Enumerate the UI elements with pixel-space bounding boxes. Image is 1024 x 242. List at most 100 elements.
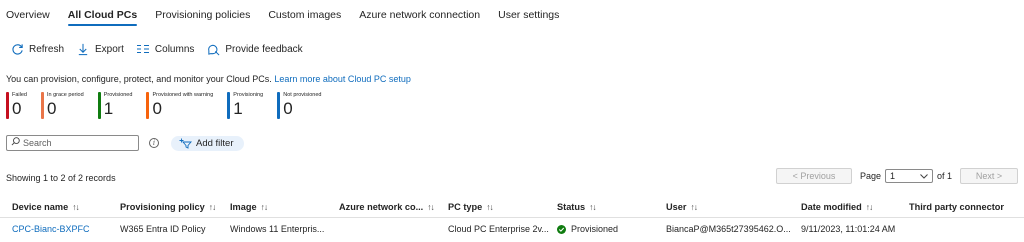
page-select-value: 1 (889, 171, 895, 181)
tile-provisioning-bar (227, 92, 231, 119)
col-pc-type-label: PC type (448, 202, 483, 212)
description-text: You can provision, configure, protect, a… (6, 74, 272, 84)
tile-provisioned-with-warning-value: 0 (152, 99, 162, 118)
search-box[interactable] (6, 135, 139, 151)
export-button[interactable]: Export (76, 42, 124, 56)
tile-in-grace-period[interactable]: In grace period 0 (40, 92, 84, 122)
page-description: You can provision, configure, protect, a… (6, 74, 411, 84)
tile-provisioning-label: Provisioning (233, 92, 264, 98)
table-header-row: Device name ↑↓ Provisioning policy ↑↓ Imag… (0, 196, 1024, 218)
col-device-name[interactable]: Device name ↑↓ (12, 196, 79, 218)
cell-user: BiancaP@M365t27395462.O... (666, 224, 791, 234)
tile-provisioned[interactable]: Provisioned 1 (97, 92, 132, 122)
tile-provisioned-with-warning[interactable]: Provisioned with warning 0 (146, 92, 213, 122)
tile-provisioned-with-warning-bar (146, 92, 150, 119)
tab-custom-images[interactable]: Custom images (268, 0, 341, 30)
col-image[interactable]: Image ↑↓ (230, 196, 267, 218)
device-name-link[interactable]: CPC-Bianc-BXPFC (12, 218, 90, 240)
add-filter-icon (179, 138, 192, 149)
columns-button[interactable]: Columns (136, 42, 194, 56)
export-label: Export (95, 43, 124, 55)
search-input[interactable] (23, 138, 133, 148)
sort-icon: ↑↓ (865, 202, 873, 212)
tile-not-provisioned-label: Not provisioned (283, 92, 322, 98)
cell-policy: W365 Entra ID Policy (120, 224, 206, 234)
info-icon[interactable]: i (149, 138, 159, 148)
tile-in-grace-period-value: 0 (46, 99, 57, 118)
page-label: Page (859, 171, 881, 181)
tab-user-settings[interactable]: User settings (498, 0, 559, 30)
previous-page-button[interactable]: < Previous (775, 168, 852, 184)
tile-in-grace-period-label: In grace period (46, 92, 84, 98)
tile-provisioning-value: 1 (233, 99, 243, 118)
feedback-label: Provide feedback (225, 43, 303, 55)
sort-icon: ↑↓ (427, 202, 434, 212)
columns-icon (136, 42, 150, 56)
sort-icon: ↑↓ (690, 202, 697, 212)
tile-failed-label: Failed (12, 92, 27, 98)
next-page-button[interactable]: Next > (960, 168, 1018, 184)
tab-overview[interactable]: Overview (6, 0, 50, 30)
feedback-icon (206, 42, 220, 56)
col-image-label: Image (230, 202, 257, 212)
add-filter-button[interactable]: Add filter (171, 135, 244, 151)
refresh-icon (10, 42, 24, 56)
tile-in-grace-period-bar (40, 92, 44, 119)
col-azure-network-label: Azure network co... (339, 202, 424, 212)
col-status[interactable]: Status ↑↓ (557, 196, 596, 218)
learn-more-link[interactable]: Learn more about Cloud PC setup (274, 74, 411, 84)
col-device-name-label: Device name (12, 202, 69, 212)
tile-provisioning[interactable]: Provisioning 1 (227, 92, 263, 122)
cell-pc-type: Cloud PC Enterprise 2v... (448, 224, 549, 234)
sort-icon: ↑↓ (486, 202, 493, 212)
page-select[interactable]: 1 (884, 169, 933, 183)
col-status-label: Status (557, 202, 586, 212)
chevron-down-icon (920, 171, 928, 181)
col-provisioning-policy-label: Provisioning policy (120, 202, 205, 212)
col-date-modified[interactable]: Date modified ↑↓ (801, 196, 872, 218)
status-tiles: Failed 0 In grace period 0 Provisioned 1 Pr… (6, 92, 335, 122)
cell-image: Windows 11 Enterpris... (230, 224, 325, 234)
columns-label: Columns (154, 43, 195, 55)
sort-icon: ↑↓ (72, 202, 79, 212)
tab-all-cloud-pcs[interactable]: All Cloud PCs (67, 0, 138, 30)
page-of-label: of 1 (936, 171, 952, 181)
col-user[interactable]: User ↑↓ (666, 196, 697, 218)
tile-provisioned-with-warning-label: Provisioned with warning (152, 92, 214, 98)
download-icon (76, 42, 90, 56)
sort-icon: ↑↓ (260, 202, 268, 212)
provide-feedback-button[interactable]: Provide feedback (206, 42, 303, 56)
refresh-button[interactable]: Refresh (10, 42, 64, 56)
tile-failed-value: 0 (12, 99, 22, 118)
col-user-label: User (666, 202, 687, 212)
pagination: < Previous Page 1 of 1 Next > (775, 168, 1018, 184)
search-icon (11, 137, 20, 149)
cell-date-modified: 9/11/2023, 11:01:24 AM (801, 224, 896, 234)
col-provisioning-policy[interactable]: Provisioning policy ↑↓ (120, 196, 215, 218)
refresh-label: Refresh (29, 43, 65, 55)
sort-icon: ↑↓ (208, 202, 216, 212)
tile-not-provisioned-value: 0 (283, 99, 293, 118)
tile-not-provisioned[interactable]: Not provisioned 0 (277, 92, 321, 122)
cell-status: Provisioned (557, 218, 618, 240)
search-row: i Add filter (6, 134, 244, 152)
command-bar: Refresh Export Columns Provide feedback (10, 40, 315, 58)
cloud-pc-table: Device name ↑↓ Provisioning policy ↑↓ Imag… (0, 196, 1024, 240)
status-text: Provisioned (571, 224, 619, 234)
tile-provisioned-bar (97, 92, 101, 119)
table-row[interactable]: CPC-Bianc-BXPFC W365 Entra ID Policy Win… (0, 218, 1024, 240)
col-pc-type[interactable]: PC type ↑↓ (448, 196, 493, 218)
tab-azure-network-connection[interactable]: Azure network connection (359, 0, 480, 30)
col-third-party-connector[interactable]: Third party connector (909, 196, 1004, 218)
tile-failed-bar (6, 92, 9, 119)
tile-not-provisioned-bar (277, 92, 281, 119)
tile-provisioned-value: 1 (103, 99, 114, 118)
tile-failed[interactable]: Failed 0 (6, 92, 27, 122)
add-filter-label: Add filter (196, 137, 234, 149)
records-count: Showing 1 to 2 of 2 records (6, 173, 116, 183)
tab-provisioning-policies[interactable]: Provisioning policies (155, 0, 250, 30)
check-circle-icon (557, 224, 566, 234)
tab-bar: Overview All Cloud PCs Provisioning poli… (6, 0, 577, 30)
col-date-modified-label: Date modified (801, 202, 862, 212)
col-azure-network[interactable]: Azure network co... ↑↓ (339, 196, 434, 218)
